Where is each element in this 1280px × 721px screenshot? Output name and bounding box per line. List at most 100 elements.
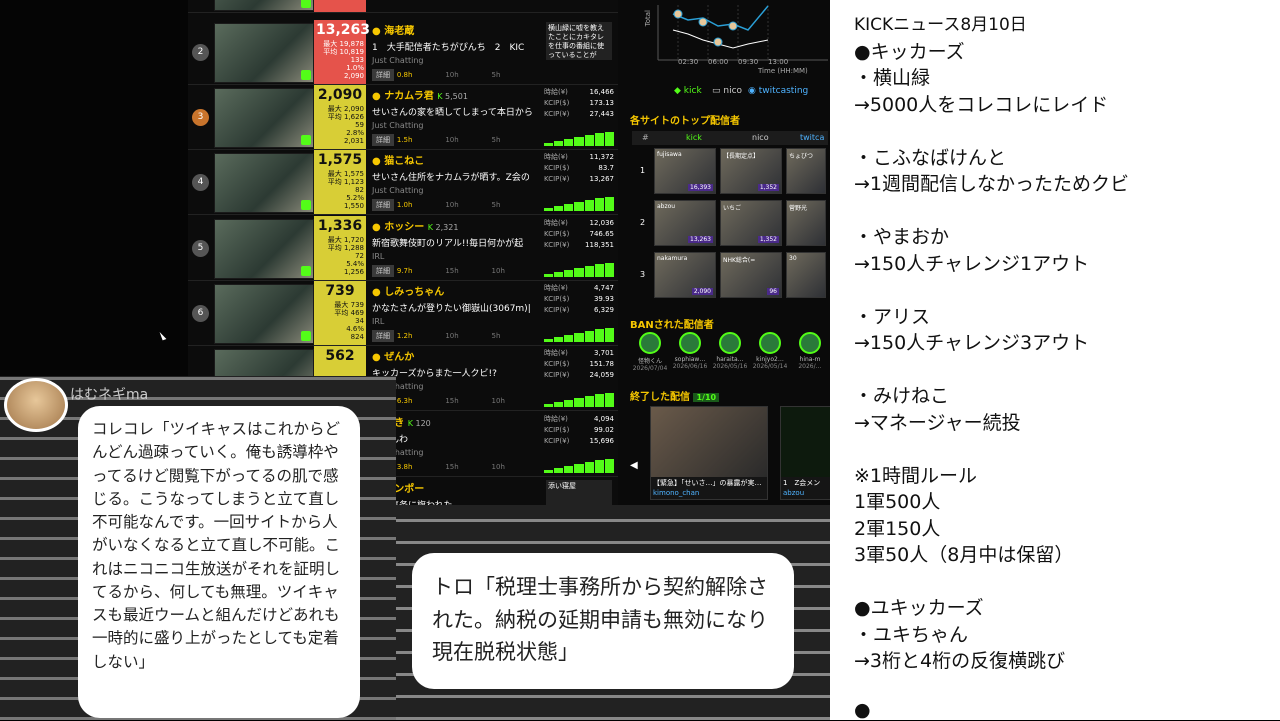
duration: 9.7h (396, 267, 413, 275)
ranking-row[interactable]: 6 739 最大 739 平均 469 34 4.6% 824 ● しみっちゃん かなたさんが登… (188, 281, 618, 346)
detail-button[interactable]: 詳細 (372, 265, 394, 277)
duration: 6.3h (396, 397, 413, 405)
legend-nico[interactable]: ▭ nico (712, 86, 742, 96)
duration: 1.0h (396, 201, 413, 209)
ranking-row[interactable]: 3 2,090 最大 2,090 平均 1,626 59 2.8% 2,031 ● ナカムラ君… (188, 85, 618, 150)
banned-avatar (639, 332, 661, 354)
stream-thumbnail[interactable] (214, 23, 314, 83)
streamer-name[interactable]: ● ニンポー (372, 480, 532, 495)
viewer-sparkline (544, 459, 614, 473)
avatar-icon: ● (372, 91, 385, 102)
ended-title-text: 【緊急】「せいさ…」の暴露が実… (653, 479, 762, 487)
stats-side-panel: Total 02:30 06:00 09:30 13:00 Time (HH:M… (618, 0, 830, 505)
streamer-name[interactable]: ● ホッシー K 2,321 (372, 218, 532, 233)
axis-label: 5h (491, 71, 501, 79)
detail-button[interactable]: 詳細 (372, 199, 394, 211)
viewer-count-box: 1,575 最大 1,575 平均 1,123 82 5.2% 1,550 (314, 150, 366, 214)
top-streamer-cell[interactable]: abzou 13,263 (654, 200, 716, 246)
revenue-metrics: 時給(¥) 4,094 KCIP($) 99.02 KCIP(¥) 15,696 (544, 415, 614, 445)
viewer-stat: 133 (350, 56, 364, 64)
ranking-row[interactable]: 5 1,336 最大 1,720 平均 1,288 72 5.4% 1,256 ● ホッシー … (188, 216, 618, 281)
detail-button[interactable]: 詳細 (372, 330, 394, 342)
revenue-metrics: 時給(¥) 11,372 KCIP($) 83.7 KCIP(¥) 13,267 (544, 153, 614, 183)
axis-label: 15h (445, 397, 459, 405)
ranking-row[interactable]: 2 13,263 最大 19,878 平均 10,819 133 1.0% 2,090 ● 海… (188, 20, 618, 85)
ended-card-0[interactable]: 【緊急】「せいさ…」の暴露が実… kimono_chan (650, 406, 768, 500)
banned-avatar (719, 332, 741, 354)
detail-button[interactable]: 詳細 (372, 69, 394, 81)
viewer-stat: 1,550 (343, 202, 364, 210)
axis-label: 10h (445, 136, 459, 144)
stream-thumbnail[interactable] (214, 0, 314, 11)
legend-kick[interactable]: ◆ kick (674, 86, 702, 96)
follower-count: K 2,321 (427, 223, 459, 232)
viewer-stat: 最大 19,878 (323, 40, 364, 48)
top-streamer-cell[interactable]: いちご 1,352 (720, 200, 782, 246)
streamer-name[interactable]: ● みき K 120 (372, 414, 532, 429)
banned-name: haraita… (716, 356, 744, 363)
note-line: ・横山緑 (854, 67, 931, 89)
top-streamer-viewers: 96 (767, 288, 779, 295)
kick-icon: ◆ (674, 86, 684, 96)
stream-thumbnail[interactable] (214, 284, 314, 344)
banned-streamer[interactable]: sophiaw… 2026/06/16 (672, 332, 708, 370)
chat-image-middle: トロ「税理士事務所から契約解除された。納税の延期申請も無効になり現在脱税状態」 (396, 505, 830, 720)
streamer-name[interactable]: ● ぜんか (372, 348, 532, 363)
viewer-stat: 5.4% (346, 260, 364, 268)
note-line: KICKニュース8月10日 (854, 15, 1027, 35)
rank-badge: 5 (192, 240, 209, 257)
banned-streamer[interactable]: hina-m 2026/… (792, 332, 828, 370)
viewer-stat: 2.8% (346, 129, 364, 137)
hamster-avatar (4, 378, 68, 432)
axis-label: 15h (445, 267, 459, 275)
stream-title: 新宿歌舞伎町のリアル!!毎日何かが起 (372, 239, 524, 249)
stream-thumbnail[interactable] (214, 88, 314, 148)
streamer-name[interactable]: ● しみっちゃん (372, 283, 532, 298)
top-streamer-cell[interactable]: 30 (786, 252, 826, 298)
viewer-count: 739 (325, 283, 355, 299)
streamer-name[interactable]: ● 猫こねこ (372, 152, 532, 167)
rank-badge: 3 (192, 109, 209, 126)
avatar-icon: ● (372, 222, 385, 233)
top-streamer-name: ちょびつ (789, 153, 814, 160)
top-streamer-cell[interactable]: ちょびつ (786, 148, 826, 194)
top-streamer-cell[interactable]: NHK総合(= 96 (720, 252, 782, 298)
duration: 1.5h (396, 136, 413, 144)
viewer-stat: 平均 1,626 (327, 113, 364, 121)
top-streamer-cell[interactable]: 菅野光 (786, 200, 826, 246)
ended-prev-button[interactable]: ◀ (630, 460, 638, 471)
streamer-name[interactable]: ● 海老蔵 (372, 22, 532, 37)
note-line: ※1時間ルール (854, 464, 978, 487)
chat-bubble-left: コレコレ「ツイキャスはこれからどんどん過疎っていく。俺も誘導枠やってるけど閲覧下… (78, 406, 360, 718)
top-grid-rank: 1 (640, 166, 646, 175)
viewer-sparkline (544, 393, 614, 407)
banned-streamer[interactable]: haraita… 2026/05/16 (712, 332, 748, 370)
viewer-stat: 59 (355, 121, 364, 129)
top-streamer-viewers: 13,263 (688, 236, 713, 243)
axis-label: 5h (491, 136, 501, 144)
banned-streamer[interactable]: 怪物くん 2026/07/04 (632, 332, 668, 372)
legend-twitcasting[interactable]: ◉ twitcasting (748, 86, 808, 96)
kick-icon (301, 70, 311, 80)
stream-thumbnail[interactable] (214, 219, 314, 279)
ended-card-1[interactable]: 1 Z会メン abzou (780, 406, 830, 500)
top-streamer-cell[interactable]: fujisawa 16,393 (654, 148, 716, 194)
ranking-row[interactable]: 4 1,575 最大 1,575 平均 1,123 82 5.2% 1,550 ● 猫こねこせ… (188, 150, 618, 215)
mouse-cursor (159, 330, 167, 341)
ranking-row[interactable]: 4.2%13,081 (188, 0, 618, 13)
viewer-count: 1,575 (317, 152, 363, 168)
top-streamer-name: nakamura (657, 255, 688, 262)
top-streamer-cell[interactable]: nakamura 2,090 (654, 252, 716, 298)
viewer-stat: 最大 2,090 (327, 105, 364, 113)
ended-thumb (781, 407, 830, 477)
revenue-metrics: 時給(¥) 12,036 KCIP($) 746.65 KCIP(¥) 118,351 (544, 219, 614, 249)
top-streamer-cell[interactable]: 【長期定点】 1,352 (720, 148, 782, 194)
top-streamer-viewers: 16,393 (688, 184, 713, 191)
detail-button[interactable]: 詳細 (372, 134, 394, 146)
stream-thumbnail[interactable] (214, 153, 314, 213)
banned-streamer[interactable]: kinjyo2… 2026/05/14 (752, 332, 788, 370)
viewer-stat: 平均 10,819 (323, 48, 364, 56)
blank-panel (0, 0, 188, 376)
streamer-name[interactable]: ● ナカムラ君 K 5,501 (372, 87, 532, 102)
viewer-count-box: 1,336 最大 1,720 平均 1,288 72 5.4% 1,256 (314, 216, 366, 280)
